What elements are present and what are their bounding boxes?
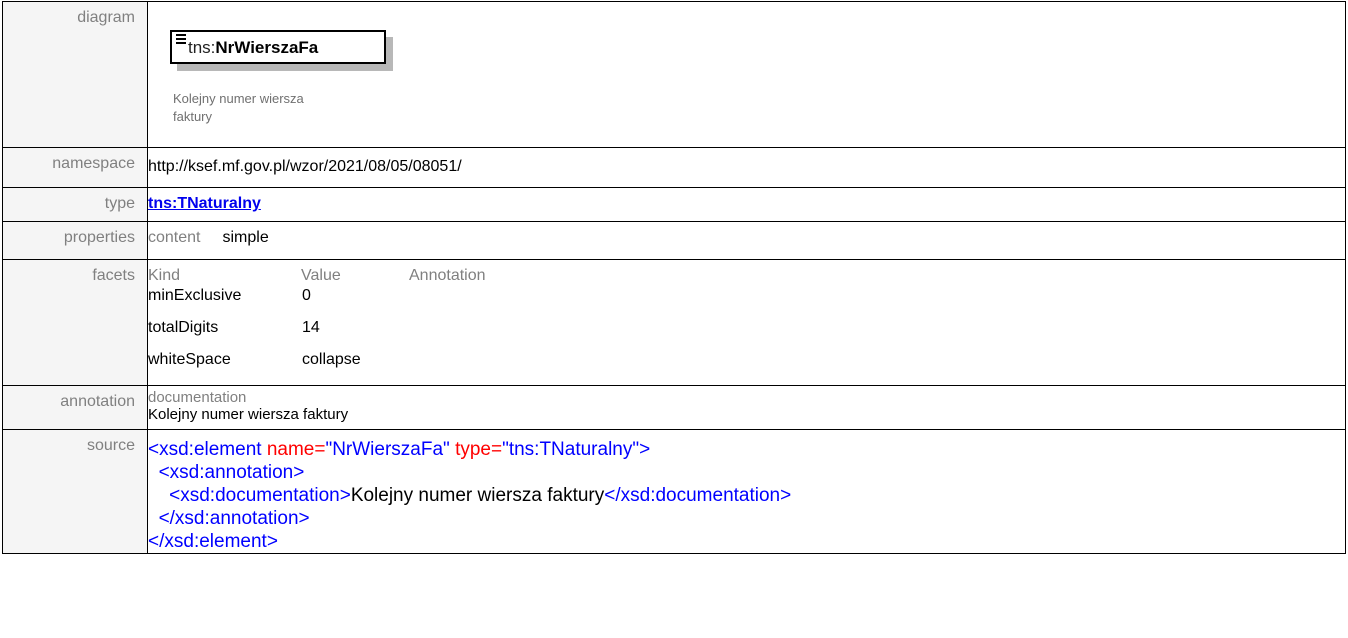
type-label: type [2,187,148,222]
element-name: tns:NrWierszaFa [188,38,318,58]
facet-value: 14 [302,319,320,336]
annotation-row: annotation documentation Kolejny numer w… [2,385,1346,430]
source-line-5: </xsd:element> [148,530,1345,553]
source-code: <xsd:element name="NrWierszaFa" type="tn… [148,430,1345,553]
facets-header-annotation: Annotation [409,267,486,284]
src-documentation-text: Kolejny numer wiersza faktury [350,485,605,506]
src-annotation-open: <xsd:annotation> [158,462,305,483]
src-attr-value: "NrWierszaFa" [325,439,456,460]
namespace-value: http://ksef.mf.gov.pl/wzor/2021/08/05/08… [148,158,462,175]
src-attr-name: name= [266,439,326,460]
facets-header-kind: Kind [148,267,181,284]
diagram-cell: tns:NrWierszaFa Kolejny numer wiersza fa… [147,1,1346,148]
source-line-2: <xsd:annotation> [148,461,1345,484]
facet-kind: totalDigits [148,319,219,336]
facets-header-value: Value [301,267,341,284]
src-tag-open: <xsd:element [148,439,267,460]
facet-kind: whiteSpace [148,351,231,368]
schema-doc-table: diagram tns:NrWierszaFa Kolejny numer wi… [2,1,1346,554]
annotation-cell: documentation Kolejny numer wiersza fakt… [147,385,1346,430]
documentation-lines-icon [176,34,186,46]
element-documentation: Kolejny numer wiersza faktury [173,91,304,124]
property-value: simple [222,229,269,246]
facets-label: facets [2,259,148,386]
properties-cell: content simple [147,221,1346,260]
facet-value: 0 [302,287,311,304]
element-prefix: tns: [188,38,216,57]
namespace-label: namespace [2,147,148,188]
type-cell: tns:TNaturalny [147,187,1346,222]
src-tag-close: > [639,439,651,460]
annotation-label: annotation [2,385,148,430]
facet-row: whiteSpace collapse [148,349,1345,381]
namespace-cell: http://ksef.mf.gov.pl/wzor/2021/08/05/08… [147,147,1346,188]
namespace-row: namespace http://ksef.mf.gov.pl/wzor/202… [2,147,1346,188]
facet-kind: minExclusive [148,287,242,304]
properties-row: properties content simple [2,221,1346,260]
src-element-close: </xsd:element> [148,531,278,552]
annotation-text: Kolejny numer wiersza faktury [148,406,349,423]
source-line-1: <xsd:element name="NrWierszaFa" type="tn… [148,438,1345,461]
source-line-3: <xsd:documentation>Kolejny numer wiersza… [148,484,1345,507]
facets-cell: Kind Value Annotation minExclusive 0 totalD… [147,259,1346,386]
type-link[interactable]: tns:TNaturalny [148,188,261,213]
src-annotation-close: </xsd:annotation> [158,508,310,529]
diagram-row: diagram tns:NrWierszaFa Kolejny numer wi… [2,1,1346,148]
diagram-label: diagram [2,1,148,148]
src-documentation-open: <xsd:documentation> [169,485,351,506]
facet-row: minExclusive 0 [148,285,1345,317]
source-cell: <xsd:element name="NrWierszaFa" type="tn… [147,429,1346,554]
facet-row: totalDigits 14 [148,317,1345,349]
type-row: type tns:TNaturalny [2,187,1346,222]
element-diagram: tns:NrWierszaFa Kolejny numer wiersza fa… [148,2,1345,147]
src-documentation-close: </xsd:documentation> [604,485,792,506]
facets-header: Kind Value Annotation [148,260,1345,285]
properties-label: properties [2,221,148,260]
element-local-name: NrWierszaFa [215,38,319,57]
facet-value: collapse [302,351,361,368]
src-attr-type-value: "tns:TNaturalny" [502,439,640,460]
property-key: content [148,229,201,246]
source-label: source [2,429,148,554]
facets-row: facets Kind Value Annotation minExclusive 0… [2,259,1346,386]
element-box[interactable]: tns:NrWierszaFa [170,30,386,64]
source-line-4: </xsd:annotation> [148,507,1345,530]
source-row: source <xsd:element name="NrWierszaFa" t… [2,429,1346,554]
src-attr-type: type= [455,439,503,460]
annotation-heading: documentation [148,389,247,406]
